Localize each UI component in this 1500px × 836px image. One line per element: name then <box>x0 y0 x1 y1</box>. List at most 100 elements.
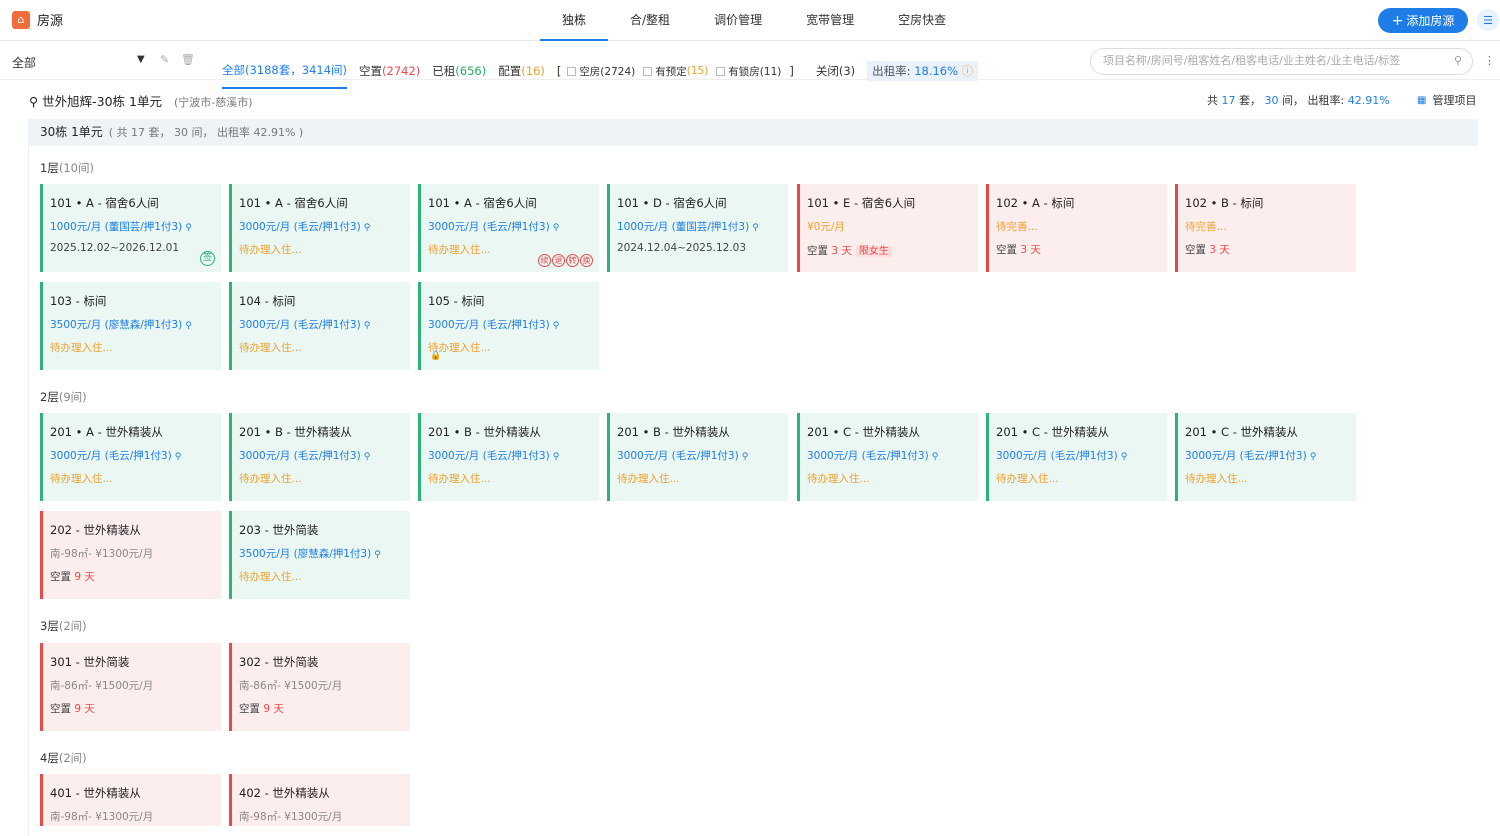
pending-checkin: 待办理入住... <box>239 571 302 583</box>
floor-count: (2间) <box>58 619 87 633</box>
vacant-days: 9 天 <box>263 703 284 715</box>
vacant-label: 空置 <box>239 703 260 715</box>
more-vertical-icon[interactable]: ⋮ <box>1484 54 1495 67</box>
room-price: 1000元/月 (董国芸/押1付3) <box>617 221 750 233</box>
search-input[interactable] <box>1103 54 1443 67</box>
plus-icon: + <box>1391 12 1404 29</box>
floor-label: 3层(2间) <box>40 618 87 634</box>
search-icon[interactable]: ⚲ <box>364 223 371 233</box>
pending-checkin: 待办理入住... <box>807 473 870 485</box>
edit-icon[interactable]: ✎ <box>160 53 169 66</box>
room-card[interactable]: 301 - 世外简装 南-86㎡- ¥1500元/月 空置 9 天 <box>40 643 221 731</box>
room-card[interactable]: 401 - 世外精装从 南-98㎡- ¥1300元/月 <box>40 774 221 826</box>
search-icon[interactable]: ⚲ <box>742 452 749 462</box>
search-icon[interactable]: ⚲ <box>364 452 371 462</box>
room-card[interactable]: 105 - 标间 3000元/月 (毛云/押1付3) ⚲ 待办理入住... 🔒 <box>418 282 599 370</box>
vacant-label: 空置 <box>1185 244 1206 256</box>
search-icon[interactable]: ⚲ <box>1310 452 1317 462</box>
room-title: 101 • D - 宿舍6人间 <box>617 196 727 210</box>
room-title: 201 • B - 世外精装从 <box>428 425 541 439</box>
tab-price-adjust[interactable]: 调价管理 <box>692 0 784 41</box>
room-card[interactable]: 102 • B - 标间 待完善... 空置 3 天 <box>1175 184 1356 272</box>
checkout-button[interactable]: 退 <box>552 254 565 267</box>
room-card[interactable]: 201 • B - 世外精装从 3000元/月 (毛云/押1付3) ⚲ 待办理入住… <box>229 413 410 501</box>
trash-icon[interactable]: 🗑 <box>181 53 195 66</box>
search-icon[interactable]: ⚲ <box>553 223 560 233</box>
filter-config[interactable]: 配置(16) <box>498 63 545 79</box>
search-icon[interactable]: ⚲ <box>1454 54 1462 67</box>
search-icon[interactable]: ⚲ <box>553 321 560 331</box>
room-price: 3500元/月 (廖慧森/押1付3) <box>50 319 183 331</box>
sign-badge[interactable]: 签 <box>200 251 215 266</box>
search-icon[interactable]: ⚲ <box>185 223 192 233</box>
vacant-days: 9 天 <box>74 703 95 715</box>
room-card[interactable]: 402 - 世外精装从 南-98㎡- ¥1300元/月 <box>229 774 410 826</box>
checkbox-box[interactable] <box>643 66 653 76</box>
checkbox-reserved-label: 有预定 <box>655 65 687 78</box>
room-card[interactable]: 101 • E - 宿舍6人间 ¥0元/月 空置 3 天限女生 <box>797 184 978 272</box>
room-card[interactable]: 202 - 世外精装从 南-98㎡- ¥1300元/月 空置 9 天 <box>40 511 221 599</box>
filter-bar: 全部 ▼ ✎ 🗑 全部(3188套，3414间) 空置(2742) 已租(656… <box>0 42 1500 89</box>
renew-button[interactable]: 续 <box>538 254 551 267</box>
room-card[interactable]: 201 • C - 世外精装从 3000元/月 (毛云/押1付3) ⚲ 待办理入住… <box>797 413 978 501</box>
search-icon[interactable]: ⚲ <box>752 223 759 233</box>
search-icon[interactable]: ⚲ <box>553 452 560 462</box>
room-card[interactable]: 101 • A - 宿舍6人间 3000元/月 (毛云/押1付3) ⚲ 待办理入住… <box>229 184 410 272</box>
tab-broadband[interactable]: 宽带管理 <box>784 0 876 41</box>
room-card[interactable]: 201 • B - 世外精装从 3000元/月 (毛云/押1付3) ⚲ 待办理入住… <box>418 413 599 501</box>
room-card[interactable]: 101 • A - 宿舍6人间 3000元/月 (毛云/押1付3) ⚲ 待办理入住… <box>418 184 599 272</box>
checkbox-empty-label: 空房(2724) <box>579 65 636 78</box>
list-view-button[interactable]: ☰ <box>1477 9 1499 31</box>
checkbox-locked[interactable]: 有锁房(11) <box>716 64 781 79</box>
transfer-button[interactable]: 转 <box>566 254 579 267</box>
checkbox-box[interactable] <box>567 66 577 76</box>
checkbox-box[interactable] <box>716 66 726 76</box>
info-icon[interactable]: ⓘ <box>962 64 974 78</box>
search-icon[interactable]: ⚲ <box>364 321 371 331</box>
tab-dudong[interactable]: 独栋 <box>540 0 609 41</box>
room-card[interactable]: 201 • C - 世外精装从 3000元/月 (毛云/押1付3) ⚲ 待办理入住… <box>986 413 1167 501</box>
search-icon[interactable]: ⚲ <box>374 550 381 560</box>
pending-checkin: 待办理入住... <box>239 342 302 354</box>
room-price: 3000元/月 (毛云/押1付3) <box>996 450 1118 462</box>
room-card[interactable]: 201 • A - 世外精装从 3000元/月 (毛云/押1付3) ⚲ 待办理入住… <box>40 413 221 501</box>
room-card[interactable]: 104 - 标间 3000元/月 (毛云/押1付3) ⚲ 待办理入住... <box>229 282 410 370</box>
room-title: 201 • C - 世外精装从 <box>996 425 1110 439</box>
room-card[interactable]: 203 - 世外简装 3500元/月 (廖慧森/押1付3) ⚲ 待办理入住... <box>229 511 410 599</box>
manage-project-button[interactable]: ▦ 管理项目 <box>1417 92 1476 108</box>
search-icon[interactable]: ⚲ <box>1121 452 1128 462</box>
room-price: 南-86㎡- ¥1500元/月 <box>239 680 343 692</box>
caret-down-icon[interactable]: ▼ <box>137 54 145 65</box>
search-icon[interactable]: ⚲ <box>185 321 192 331</box>
room-card[interactable]: 101 • D - 宿舍6人间 1000元/月 (董国芸/押1付3) ⚲ 2024… <box>607 184 788 272</box>
floor-label: 4层(2间) <box>40 750 87 766</box>
room-card[interactable]: 103 - 标间 3500元/月 (廖慧森/押1付3) ⚲ 待办理入住... <box>40 282 221 370</box>
room-actions: 续 退 转 换 <box>537 254 593 267</box>
checkbox-reserved[interactable]: 有预定 (15) <box>643 64 708 79</box>
room-title: 401 - 世外精装从 <box>50 786 141 800</box>
room-card[interactable]: 102 • A - 标间 待完善... 空置 3 天 <box>986 184 1167 272</box>
room-card[interactable]: 302 - 世外简装 南-86㎡- ¥1500元/月 空置 9 天 <box>229 643 410 731</box>
checkbox-empty[interactable]: 空房(2724) <box>567 64 635 79</box>
filter-vacant[interactable]: 空置(2742) <box>359 63 420 79</box>
search-icon[interactable]: ⚲ <box>175 452 182 462</box>
room-card[interactable]: 201 • B - 世外精装从 3000元/月 (毛云/押1付3) ⚲ 待办理入住… <box>607 413 788 501</box>
room-card[interactable]: 101 • A - 宿舍6人间 1000元/月 (董国芸/押1付3) ⚲ 2025… <box>40 184 221 272</box>
list-icon: ☰ <box>1483 13 1493 27</box>
add-listing-button[interactable]: + 添加房源 <box>1378 8 1468 33</box>
tab-he-zheng-zu[interactable]: 合/整租 <box>608 0 692 41</box>
vacant-label: 空置 <box>50 703 71 715</box>
pending-checkin: 待办理入住... <box>239 244 302 256</box>
pending-checkin: 待办理入住... <box>239 473 302 485</box>
stats-rooms: 30 <box>1264 94 1279 107</box>
swap-button[interactable]: 换 <box>580 254 593 267</box>
room-card[interactable]: 201 • C - 世外精装从 3000元/月 (毛云/押1付3) ⚲ 待办理入住… <box>1175 413 1356 501</box>
scope-select[interactable]: 全部 <box>12 54 36 71</box>
vacant-label: 空置 <box>807 245 828 257</box>
project-header: ⚲ 世外旭辉-30栋 1单元 (宁波市-慈溪市) 共 17 套， 30 间， 出… <box>12 82 1498 116</box>
filter-rented[interactable]: 已租(656) <box>432 63 486 79</box>
bracket-close: ] <box>789 64 794 78</box>
search-icon[interactable]: ⚲ <box>932 452 939 462</box>
filter-closed[interactable]: 关闭(3) <box>816 63 855 79</box>
tab-vacancy-check[interactable]: 空房快查 <box>876 0 968 41</box>
